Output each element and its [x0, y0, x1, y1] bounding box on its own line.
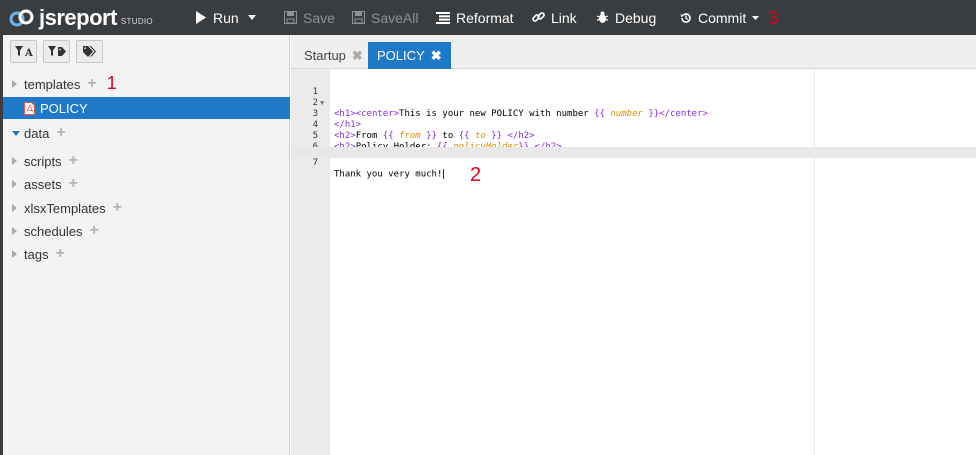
tags-button[interactable] [76, 40, 103, 63]
align-icon [436, 11, 450, 24]
plus-icon[interactable]: + [87, 76, 96, 92]
jsreport-logo[interactable]: jsreport STUDIO [8, 4, 153, 31]
tree-item-label: scripts [24, 153, 62, 169]
annotation-number: 3 [768, 8, 779, 28]
top-toolbar: jsreport STUDIO Run Save SaveAll Reforma… [0, 0, 976, 35]
floppy-icon [284, 11, 297, 24]
reformat-label: Reformat [456, 9, 514, 26]
sidebar-edge [0, 35, 3, 455]
svg-text:A: A [24, 48, 33, 57]
tags-icon [83, 46, 96, 57]
plus-icon[interactable]: + [69, 176, 78, 192]
code-line[interactable]: 3 </h1> [291, 98, 976, 130]
save-all-button[interactable]: SaveAll [352, 0, 418, 35]
tree-item-label: tags [24, 246, 49, 262]
commit-button[interactable]: Commit [680, 0, 760, 35]
close-icon[interactable]: ✖ [431, 48, 442, 64]
editor-tab-bar: Startup ✖ POLICY ✖ [291, 35, 976, 69]
logo-subtitle: STUDIO [120, 17, 153, 26]
text-cursor [443, 169, 445, 179]
tab-label: POLICY [377, 48, 425, 63]
floppy-icon [352, 11, 365, 24]
run-button[interactable]: Run [195, 0, 256, 35]
save-all-label: SaveAll [371, 9, 419, 26]
filter-by-name-button[interactable]: A [10, 40, 37, 63]
save-button[interactable]: Save [284, 0, 335, 35]
sidebar: A templates + 1 POLICY data + scripts + … [0, 35, 290, 455]
debug-button[interactable]: Debug [596, 0, 656, 35]
caret-right-icon [12, 80, 22, 88]
code-line[interactable]: 1 ▼ <h1> [291, 76, 976, 119]
caret-down-icon [12, 130, 22, 136]
commit-label: Commit [698, 9, 747, 26]
chevron-down-icon [752, 15, 760, 20]
tree-folder-assets[interactable]: assets + [0, 173, 290, 195]
code-line-active[interactable]: 7 Thank you very much! [291, 147, 976, 180]
play-icon [196, 11, 206, 24]
filter-text-icon: A [14, 46, 33, 57]
plus-icon[interactable]: + [56, 246, 65, 262]
tree-item-label: schedules [24, 223, 83, 239]
plus-icon[interactable]: + [56, 125, 65, 141]
tab-startup[interactable]: Startup ✖ [295, 42, 372, 69]
sidebar-filter-bar: A [10, 40, 103, 63]
tree-folder-schedules[interactable]: schedules + [0, 220, 290, 242]
logo-text: jsreport [39, 4, 117, 30]
link-label: Link [551, 9, 577, 26]
reformat-button[interactable]: Reformat [436, 0, 514, 35]
caret-right-icon [12, 180, 22, 188]
plus-icon[interactable]: + [69, 153, 78, 169]
chevron-down-icon [247, 15, 256, 20]
tab-label: Startup [304, 48, 346, 63]
code-line[interactable]: 6 [291, 131, 976, 152]
code-line[interactable]: 4 <h2>From {{ from }} to {{ to }} </h2> [291, 109, 976, 141]
caret-right-icon [12, 227, 22, 235]
jsreport-logo-icon [9, 9, 34, 26]
tree-folder-data[interactable]: data + [0, 122, 290, 144]
annotation-number: 1 [106, 72, 117, 93]
tree-folder-scripts[interactable]: scripts + [0, 150, 290, 172]
close-icon[interactable]: ✖ [352, 48, 363, 64]
filter-tag-icon [47, 46, 66, 56]
tree-folder-tags[interactable]: tags + [0, 243, 290, 265]
tree-folder-xlsx-templates[interactable]: xlsxTemplates + [0, 197, 290, 219]
code-editor[interactable]: 1 ▼ <h1> 2 <center>This is your new POLI… [291, 69, 976, 455]
tree-item-policy[interactable]: POLICY [0, 97, 290, 119]
code-text: Thank you very much! [334, 169, 445, 180]
link-icon [532, 12, 545, 22]
link-button[interactable]: Link [532, 0, 577, 35]
code-line[interactable]: 5 <h2>Policy Holder: {{ policyHolder}} <… [291, 120, 976, 152]
plus-icon[interactable]: + [90, 223, 99, 239]
tree-item-label: xlsxTemplates [24, 200, 106, 216]
bug-icon [596, 11, 609, 23]
tab-policy[interactable]: POLICY ✖ [368, 42, 451, 69]
run-label: Run [213, 9, 239, 26]
save-label: Save [303, 9, 335, 26]
tree-item-label: data [24, 125, 50, 141]
code-line[interactable]: 2 <center>This is your new POLICY with n… [291, 87, 976, 119]
annotation-number: 2 [470, 164, 482, 186]
filter-by-tag-button[interactable] [43, 40, 70, 63]
debug-label: Debug [615, 9, 657, 26]
tree-item-label: POLICY [40, 100, 88, 116]
caret-right-icon [12, 250, 22, 258]
pdf-icon [24, 101, 35, 115]
tree-item-label: templates [24, 76, 81, 92]
line-number: 7 [312, 158, 318, 168]
history-icon [680, 12, 691, 23]
caret-right-icon [12, 157, 22, 165]
caret-right-icon [12, 204, 22, 212]
plus-icon[interactable]: + [113, 200, 122, 216]
tree-item-label: assets [24, 176, 62, 192]
tree-folder-templates[interactable]: templates + 1 [0, 73, 290, 95]
